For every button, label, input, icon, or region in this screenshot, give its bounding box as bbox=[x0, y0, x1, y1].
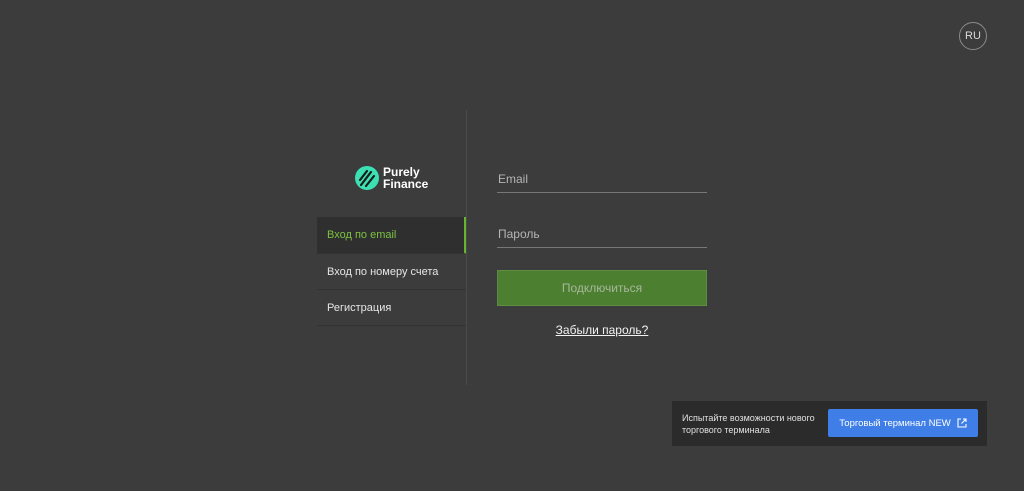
password-field[interactable] bbox=[497, 223, 709, 245]
language-switch-button[interactable]: RU bbox=[959, 22, 987, 50]
purely-finance-logo-icon bbox=[355, 166, 379, 190]
login-sidebar: Purely Finance Вход по email Вход по ном… bbox=[317, 110, 467, 385]
connect-button[interactable]: Подключиться bbox=[497, 270, 707, 306]
terminal-promo-banner: Испытайте возможности нового торгового т… bbox=[672, 401, 987, 446]
email-field[interactable] bbox=[497, 168, 709, 190]
trading-terminal-button-label: Торговый терминал NEW bbox=[839, 417, 951, 429]
password-field-wrapper bbox=[497, 223, 709, 248]
forgot-password-link[interactable]: Забыли пароль? bbox=[497, 323, 707, 337]
brand-name-line2: Finance bbox=[383, 177, 429, 191]
promo-text: Испытайте возможности нового торгового т… bbox=[682, 412, 815, 435]
nav-item-registration[interactable]: Регистрация bbox=[317, 290, 467, 326]
brand-name: Purely Finance bbox=[383, 166, 428, 190]
trading-terminal-button[interactable]: Торговый терминал NEW bbox=[828, 409, 978, 437]
login-form: Подключиться Забыли пароль? bbox=[497, 168, 709, 337]
nav-item-account-login[interactable]: Вход по номеру счета bbox=[317, 254, 467, 290]
nav-item-email-login[interactable]: Вход по email bbox=[317, 217, 467, 254]
email-field-wrapper bbox=[497, 168, 709, 193]
vertical-divider bbox=[466, 110, 467, 385]
brand-logo: Purely Finance bbox=[355, 166, 428, 190]
login-method-nav: Вход по email Вход по номеру счета Регис… bbox=[317, 217, 467, 326]
external-link-icon bbox=[957, 418, 967, 428]
